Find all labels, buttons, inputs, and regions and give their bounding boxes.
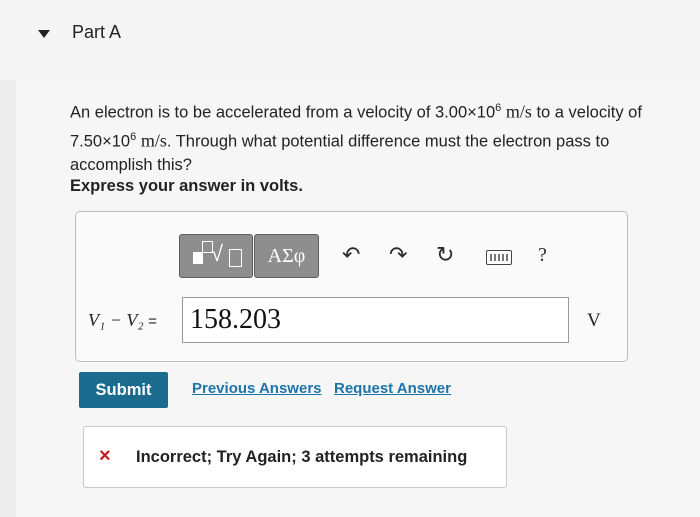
part-header[interactable]: Part A (0, 0, 700, 80)
velocity-2-mantissa: 7.50×10 (70, 132, 131, 150)
redo-icon[interactable]: ↷ (389, 242, 407, 268)
answer-label: V₁ − V₂ = (88, 310, 157, 331)
submit-button[interactable]: Submit (79, 372, 168, 408)
radical-icon: √ (211, 241, 224, 266)
feedback-box: × Incorrect; Try Again; 3 attempts remai… (83, 426, 507, 488)
question-text-1: An electron is to be accelerated from a … (70, 103, 436, 122)
keyboard-icon[interactable] (486, 250, 512, 265)
question-text: An electron is to be accelerated from a … (70, 96, 680, 177)
feedback-message: Incorrect; Try Again; 3 attempts remaini… (136, 448, 468, 466)
answer-input[interactable]: 158.203 (182, 297, 569, 343)
velocity-1-exponent: 6 (495, 102, 502, 114)
answer-instruction: Express your answer in volts. (70, 177, 303, 195)
velocity-2-unit: m/s (140, 130, 167, 150)
template-block-icon (193, 252, 203, 264)
collapse-triangle-icon[interactable] (38, 30, 50, 38)
velocity-2-exponent: 6 (130, 130, 137, 143)
reset-icon[interactable]: ↻ (436, 242, 454, 268)
help-icon[interactable]: ? (538, 242, 547, 268)
previous-answers-link[interactable]: Previous Answers (192, 380, 322, 397)
answer-label-equals: = (148, 313, 157, 330)
page: Part A An electron is to be accelerated … (0, 0, 700, 517)
template-box-icon (229, 249, 242, 267)
request-answer-link[interactable]: Request Answer (334, 380, 451, 397)
templates-button[interactable]: √ (179, 234, 253, 278)
symbols-button[interactable]: ΑΣφ (254, 234, 319, 278)
answer-label-lhs: V₁ − V₂ (88, 310, 144, 330)
answer-box: √ ΑΣφ ↶ ↷ ↻ ? V₁ − V₂ = 158.203 V (75, 211, 628, 362)
undo-icon[interactable]: ↶ (342, 242, 360, 268)
velocity-1-mantissa: 3.00×10 (435, 103, 496, 122)
part-content: An electron is to be accelerated from a … (16, 80, 700, 517)
incorrect-x-icon: × (99, 445, 111, 467)
velocity-1-unit: m/s (505, 101, 532, 122)
part-title: Part A (72, 22, 122, 42)
question-text-2: to a velocity of (531, 103, 642, 122)
answer-unit: V (587, 310, 601, 331)
